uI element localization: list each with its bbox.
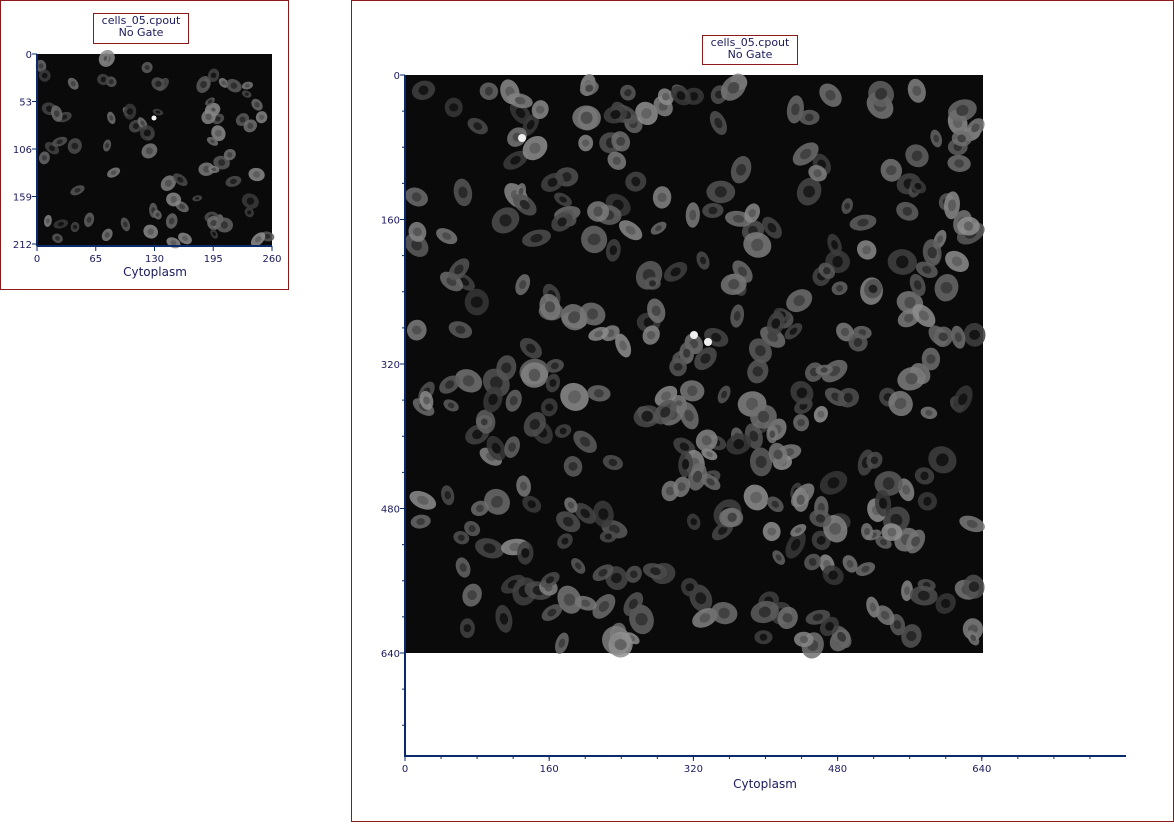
large-x-axis-title: Cytoplasm <box>733 777 797 791</box>
large-y-tick-label: 640 <box>381 649 400 660</box>
small-y-tick-label: 106 <box>13 145 32 156</box>
large-y-tick-label: 160 <box>381 216 400 227</box>
small-x-tick-label: 260 <box>262 254 281 265</box>
large-y-tick-label: 320 <box>381 360 400 371</box>
small-x-tick-label: 130 <box>145 254 164 265</box>
large-y-tick-label: 0 <box>394 71 400 82</box>
small-y-tick-label: 212 <box>13 240 32 251</box>
small-y-tick-label: 53 <box>19 98 32 109</box>
large-cell-image <box>404 73 986 659</box>
large-x-tick-label: 0 <box>402 764 408 775</box>
large-y-tick-label: 480 <box>381 505 400 516</box>
small-x-tick-label: 0 <box>34 254 40 265</box>
large-plot-svg: 0 160 320 480 640 0 160 320 480 640 Cytoplasm <box>381 71 1126 791</box>
small-plot-panel[interactable]: cells_05.cpout No Gate 0 65 130 195 260 0 53 1… <box>0 0 289 290</box>
small-x-tick-label: 65 <box>89 254 102 265</box>
small-x-axis-title: Cytoplasm <box>123 265 187 279</box>
large-x-tick-label: 320 <box>684 764 703 775</box>
small-plot-svg: 0 65 130 195 260 0 53 106 159 212 Cytoplasm <box>13 49 282 279</box>
large-x-tick-label: 480 <box>828 764 847 775</box>
small-y-tick-label: 0 <box>26 50 32 61</box>
large-x-tick-label: 640 <box>972 764 991 775</box>
small-x-tick-label: 195 <box>204 254 223 265</box>
small-cell-image <box>35 49 275 249</box>
large-x-tick-label: 160 <box>540 764 559 775</box>
small-y-tick-label: 159 <box>13 193 32 204</box>
large-plot-panel[interactable]: cells_05.cpout No Gate 0 160 320 480 640 0 16… <box>351 0 1174 822</box>
